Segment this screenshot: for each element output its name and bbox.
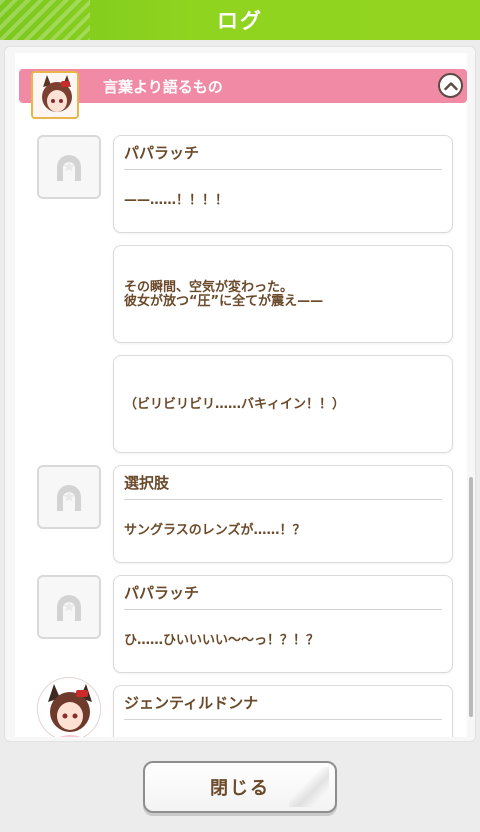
header-bar: ログ [0, 0, 480, 40]
character-portrait-icon [38, 678, 100, 737]
log-panel: 言葉より語るもの パパラッチ ——……！！！！ その瞬間、空気が変わった。 彼女… [4, 46, 476, 742]
speaker-name: パパラッチ [124, 144, 200, 162]
log-entry: ジェンティルドンナ [113, 685, 453, 737]
character-portrait-icon [33, 73, 77, 117]
chapter-title: 言葉より語るもの [103, 78, 223, 96]
collapse-button[interactable] [438, 73, 463, 98]
close-button-label: 閉じる [210, 778, 270, 799]
speaker-placeholder-avatar [37, 135, 101, 199]
button-shine [289, 767, 329, 807]
header-stripes [0, 0, 90, 40]
horseshoe-icon [57, 485, 81, 511]
dialogue-text: ひ……ひいいいい～～っ！？！？ [124, 633, 320, 648]
divider [124, 169, 442, 170]
log-entry: （ビリビリビリ……バキィイン！！） [113, 355, 453, 453]
narration-text: その瞬間、空気が変わった。 彼女が放つ“圧”に全てが震え—— [124, 280, 324, 309]
log-entry: その瞬間、空気が変わった。 彼女が放つ“圧”に全てが震え—— [113, 245, 453, 343]
horseshoe-icon [57, 155, 81, 181]
divider [124, 609, 442, 610]
dialogue-text: ——……！！！！ [124, 193, 229, 208]
chapter-thumbnail [31, 71, 79, 119]
dialogue-text: サングラスのレンズが……！？ [124, 523, 306, 538]
speaker-placeholder-avatar [37, 465, 101, 529]
narration-text: （ビリビリビリ……バキィイン！！） [124, 397, 346, 412]
divider [124, 719, 442, 720]
log-entry: パパラッチ ——……！！！！ [113, 135, 453, 233]
speaker-name: ジェンティルドンナ [124, 694, 259, 712]
speaker-name: 選択肢 [124, 474, 170, 492]
speaker-name: パパラッチ [124, 584, 200, 602]
horseshoe-icon [57, 595, 81, 621]
chevron-up-icon [443, 81, 458, 90]
close-button[interactable]: 閉じる [143, 761, 337, 813]
divider [124, 499, 442, 500]
scrollbar[interactable] [469, 477, 473, 717]
chapter-header[interactable]: 言葉より語るもの [19, 69, 467, 119]
log-entry: パパラッチ ひ……ひいいいい～～っ！？！？ [113, 575, 453, 673]
log-entry: 選択肢 サングラスのレンズが……！？ [113, 465, 453, 563]
speaker-placeholder-avatar [37, 575, 101, 639]
log-scroll-area[interactable]: 言葉より語るもの パパラッチ ——……！！！！ その瞬間、空気が変わった。 彼女… [15, 53, 467, 737]
page-title: ログ [217, 9, 263, 33]
speaker-avatar [37, 677, 101, 737]
